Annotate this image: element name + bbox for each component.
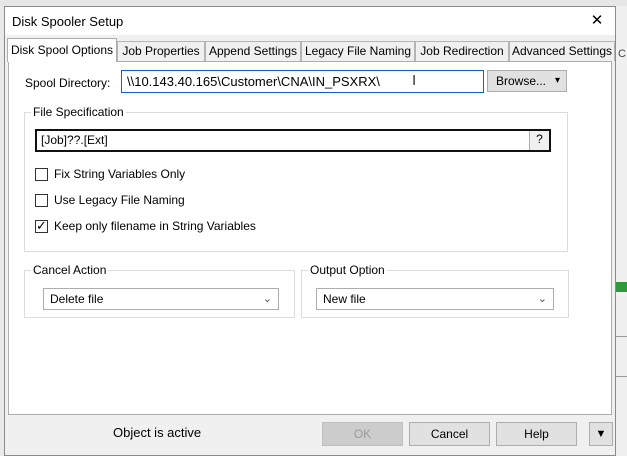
spool-directory-input[interactable]: \\10.143.40.165\Customer\CNA\IN_PSXRX\ I xyxy=(121,70,484,93)
keep-only-filename-checkbox[interactable]: ✓ xyxy=(35,218,48,233)
background-right-edge: C xyxy=(616,6,627,456)
spool-directory-label: Spool Directory: xyxy=(25,76,111,90)
browse-button[interactable]: Browse... ▾ xyxy=(487,70,567,92)
file-specification-title: File Specification xyxy=(31,105,126,119)
disk-spooler-setup-dialog: Disk Spooler Setup ✕ Disk Spool Options … xyxy=(4,6,616,456)
tab-legacy-file-naming[interactable]: Legacy File Naming xyxy=(301,41,415,61)
browse-dropdown-icon: ▾ xyxy=(554,75,560,86)
tab-job-properties[interactable]: Job Properties xyxy=(117,41,205,61)
help-button[interactable]: Help xyxy=(496,422,577,446)
cancel-action-select[interactable]: Delete file ⌄ xyxy=(43,288,279,310)
cancel-action-value: Delete file xyxy=(50,292,104,306)
tab-append-settings[interactable]: Append Settings xyxy=(205,41,301,61)
title-bar[interactable]: Disk Spooler Setup ✕ xyxy=(5,7,615,35)
cancel-action-group: Cancel Action Delete file ⌄ xyxy=(24,263,295,318)
file-specification-help-button[interactable]: ? xyxy=(529,131,549,150)
cancel-button[interactable]: Cancel xyxy=(409,422,490,446)
fix-string-variables-checkbox[interactable] xyxy=(35,168,48,181)
background-line xyxy=(616,376,627,377)
output-option-group: Output Option New file ⌄ xyxy=(301,263,569,318)
text-cursor-icon: I xyxy=(412,72,417,89)
disk-spool-options-panel: Spool Directory: \\10.143.40.165\Custome… xyxy=(8,61,612,415)
output-option-value: New file xyxy=(323,292,366,306)
fix-string-variables-label: Fix String Variables Only xyxy=(54,167,186,181)
chevron-down-icon: ⌄ xyxy=(262,293,272,305)
output-option-title: Output Option xyxy=(308,263,387,277)
chevron-down-icon: ⌄ xyxy=(537,293,547,305)
background-edge-text: C xyxy=(618,48,626,60)
keep-only-filename-label: Keep only filename in String Variables xyxy=(54,219,256,233)
output-option-select[interactable]: New file ⌄ xyxy=(316,288,554,310)
background-green-marker xyxy=(616,282,627,292)
background-line xyxy=(616,336,627,337)
close-icon[interactable]: ✕ xyxy=(579,7,615,35)
tab-strip: Disk Spool Options Job Properties Append… xyxy=(5,38,615,62)
tab-job-redirection[interactable]: Job Redirection xyxy=(415,41,509,61)
use-legacy-file-naming-checkbox[interactable] xyxy=(35,194,48,207)
window-title: Disk Spooler Setup xyxy=(12,14,124,29)
file-specification-input[interactable]: [Job]??.[Ext] xyxy=(35,129,551,152)
ok-button[interactable]: OK xyxy=(322,422,403,446)
cancel-action-title: Cancel Action xyxy=(31,263,109,277)
checkmark-icon: ✓ xyxy=(36,218,47,233)
tab-disk-spool-options[interactable]: Disk Spool Options xyxy=(7,38,117,62)
spool-directory-value: \\10.143.40.165\Customer\CNA\IN_PSXRX\ xyxy=(127,74,380,89)
status-text: Object is active xyxy=(113,425,202,440)
tab-advanced-settings[interactable]: Advanced Settings xyxy=(509,41,615,61)
browse-button-label: Browse... xyxy=(496,74,547,88)
use-legacy-file-naming-label: Use Legacy File Naming xyxy=(54,193,185,207)
file-specification-value: [Job]??.[Ext] xyxy=(41,133,108,147)
file-specification-group: File Specification [Job]??.[Ext] ? Fix S… xyxy=(24,105,568,252)
menu-dropdown-icon[interactable]: ▼ xyxy=(589,422,613,446)
